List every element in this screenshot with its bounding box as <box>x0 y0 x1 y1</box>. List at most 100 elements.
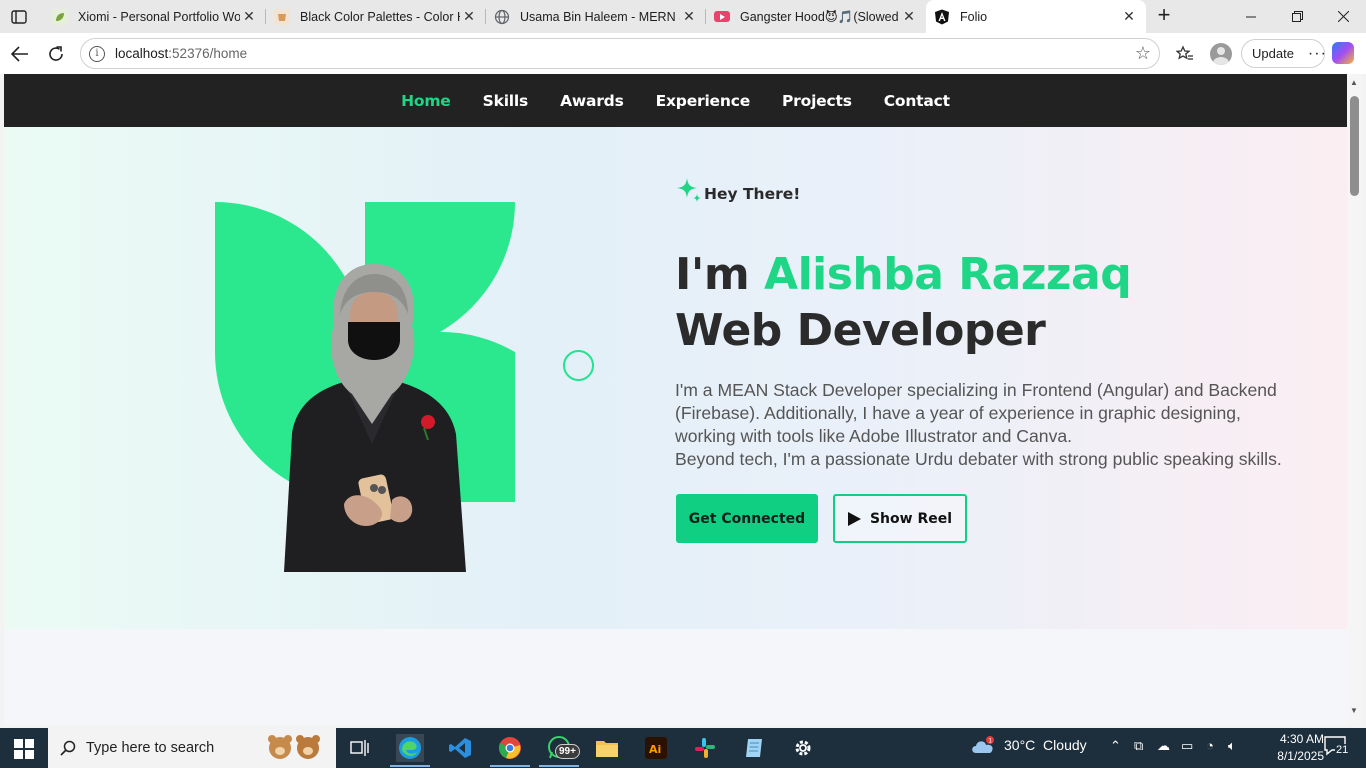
battery-icon[interactable]: ▭ <box>1181 738 1193 754</box>
cup-icon <box>274 8 290 25</box>
get-connected-label: Get Connected <box>688 510 806 527</box>
greeting-text: Hey There! <box>704 185 801 203</box>
favorite-star-icon[interactable]: ☆ <box>1135 43 1151 64</box>
globe-icon <box>494 9 510 25</box>
vscode-icon[interactable] <box>446 734 474 762</box>
whatsapp-badge: 99+ <box>555 744 580 759</box>
intro-prefix: I'm <box>675 249 765 300</box>
hero-role: Web Developer <box>675 305 1046 356</box>
hero-section: Hey There! I'm Alishba Razzaq Web Develo… <box>4 127 1347 629</box>
page-scrollbar[interactable]: ▲ ▼ <box>1347 74 1362 725</box>
show-reel-label: Show Reel <box>869 510 953 527</box>
weather-alert-count: 1 <box>988 738 992 745</box>
taskbar-search[interactable]: Type here to search <box>48 728 336 768</box>
search-placeholder: Type here to search <box>86 740 215 756</box>
profile-avatar[interactable] <box>1210 43 1232 65</box>
meet-now-icon[interactable]: ⧉ <box>1134 738 1143 754</box>
browser-tab[interactable]: Gangster Hood😈🎵(Slowed ✕ <box>706 0 926 33</box>
minimize-icon[interactable] <box>1228 0 1274 33</box>
nav-link-contact[interactable]: Contact <box>884 92 950 110</box>
weather-widget[interactable]: 1 30°C Cloudy <box>970 736 1087 754</box>
sparkle-icon <box>677 178 701 202</box>
notification-center-icon[interactable]: 21 <box>1324 736 1350 760</box>
close-tab-icon[interactable]: ✕ <box>900 8 918 25</box>
nav-link-home[interactable]: Home <box>401 92 451 110</box>
description-line: working with tools like Adobe Illustrato… <box>675 426 1073 446</box>
show-hidden-icons[interactable]: ⌃ <box>1110 738 1121 754</box>
windows-start-icon[interactable] <box>14 739 34 759</box>
nav-link-projects[interactable]: Projects <box>782 92 852 110</box>
cloud-icon: 1 <box>972 736 994 753</box>
browser-tab[interactable]: Xiomi - Personal Portfolio Wor ✕ <box>44 0 266 33</box>
hero-heading: I'm Alishba Razzaq Web Developer <box>675 247 1132 359</box>
back-icon[interactable] <box>7 41 33 67</box>
onedrive-icon[interactable]: ☁ <box>1157 738 1170 754</box>
close-tab-icon[interactable]: ✕ <box>1120 8 1138 25</box>
search-icon <box>60 740 76 756</box>
youtube-icon <box>714 11 730 22</box>
slack-icon[interactable] <box>691 734 719 762</box>
svg-text:Ai: Ai <box>649 743 661 756</box>
site-info-icon[interactable]: i <box>89 46 105 62</box>
hero-name: Alishba Razzaq <box>764 249 1132 300</box>
file-explorer-icon[interactable] <box>593 734 621 762</box>
browser-tab[interactable]: Black Color Palettes - Color Hu ✕ <box>266 0 486 33</box>
address-bar[interactable]: i localhost:52376/home ☆ <box>80 38 1160 69</box>
weather-text: 30°C Cloudy <box>1004 737 1087 753</box>
tab-title: Xiomi - Personal Portfolio Wor <box>78 9 240 24</box>
chrome-icon[interactable] <box>490 734 530 767</box>
scrollbar-thumb[interactable] <box>1350 96 1359 196</box>
copilot-icon[interactable] <box>1332 42 1354 64</box>
site-navbar: Home Skills Awards Experience Projects C… <box>4 74 1347 127</box>
more-options-icon[interactable]: ··· <box>1308 45 1327 63</box>
search-highlight-illustration <box>268 735 320 759</box>
tab-actions-icon[interactable] <box>8 6 30 28</box>
close-tab-icon[interactable]: ✕ <box>680 8 698 25</box>
wifi-icon[interactable]: ◔ <box>1206 738 1214 753</box>
task-view-icon[interactable] <box>346 734 374 762</box>
illustrator-icon[interactable]: Ai <box>642 734 670 762</box>
refresh-icon[interactable] <box>43 41 69 67</box>
volume-icon[interactable]: 🔈︎ <box>1228 738 1236 754</box>
angular-icon <box>934 9 950 25</box>
description-line: Beyond tech, I'm a passionate Urdu debat… <box>675 449 1282 469</box>
close-window-icon[interactable] <box>1320 0 1366 33</box>
settings-icon[interactable] <box>789 734 817 762</box>
description-line: (Firebase). Additionally, I have a year … <box>675 403 1241 423</box>
browser-toolbar: i localhost:52376/home ☆ Update ··· <box>0 33 1366 74</box>
nav-link-experience[interactable]: Experience <box>656 92 751 110</box>
clock-time: 4:30 AM <box>1279 732 1324 746</box>
scroll-down-icon[interactable]: ▼ <box>1350 706 1358 715</box>
system-clock[interactable]: 4:30 AM 8/1/2025 <box>1256 731 1324 765</box>
browser-tab-strip: Xiomi - Personal Portfolio Wor ✕ Black C… <box>0 0 1366 33</box>
scroll-up-icon[interactable]: ▲ <box>1350 78 1358 87</box>
tab-title: Usama Bin Haleem - MERN St <box>520 9 680 24</box>
edge-icon[interactable] <box>390 734 430 767</box>
profile-photo <box>284 264 466 572</box>
leaf-icon <box>52 8 68 25</box>
nav-link-awards[interactable]: Awards <box>560 92 624 110</box>
nav-link-skills[interactable]: Skills <box>483 92 529 110</box>
new-tab-button[interactable]: + <box>1152 4 1176 28</box>
close-tab-icon[interactable]: ✕ <box>460 8 478 25</box>
page-viewport: Home Skills Awards Experience Projects C… <box>4 74 1347 725</box>
notepad-icon[interactable] <box>740 734 768 762</box>
notification-count: 21 <box>1335 744 1350 756</box>
tab-title: Folio <box>960 9 988 24</box>
description-line: I'm a MEAN Stack Developer specializing … <box>675 380 1277 400</box>
get-connected-button[interactable]: Get Connected <box>676 494 818 543</box>
hero-description: I'm a MEAN Stack Developer specializing … <box>675 379 1315 471</box>
close-tab-icon[interactable]: ✕ <box>240 8 258 25</box>
favorites-icon[interactable] <box>1173 42 1197 66</box>
tab-title: Gangster Hood😈🎵(Slowed <box>740 9 899 24</box>
update-button[interactable]: Update ··· <box>1241 39 1327 68</box>
decorative-ring <box>563 350 594 381</box>
update-label: Update <box>1252 46 1294 61</box>
url-path: :52376/home <box>168 46 248 61</box>
url-host: localhost <box>115 46 169 61</box>
browser-tab-active[interactable]: Folio ✕ <box>926 0 1146 33</box>
restore-icon[interactable] <box>1274 0 1320 33</box>
browser-tab[interactable]: Usama Bin Haleem - MERN St ✕ <box>486 0 706 33</box>
tab-title: Black Color Palettes - Color Hu <box>300 9 460 24</box>
show-reel-button[interactable]: Show Reel <box>833 494 967 543</box>
